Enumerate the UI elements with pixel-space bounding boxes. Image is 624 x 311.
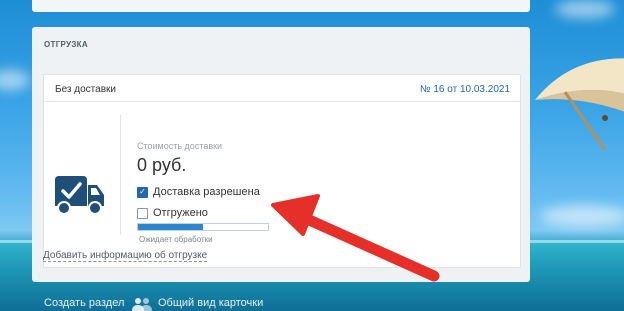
truck-icon [55, 176, 104, 215]
shipment-card: ОТГРУЗКА Без доставки № 16 от 10.03.2021… [32, 27, 530, 282]
shipment-block-header: Без доставки № 16 от 10.03.2021 [44, 75, 520, 102]
delivery-cost-label: Стоимость доставки [137, 141, 223, 151]
previous-section-panel [32, 0, 530, 12]
delivery-cost-value: 0 руб. [137, 155, 187, 175]
shipped-checkbox[interactable] [137, 207, 148, 219]
delivery-method-title: Без доставки [55, 84, 116, 95]
document-number-link[interactable]: № 16 от 10.03.2021 [420, 84, 510, 95]
cloud [555, 0, 615, 18]
beach-umbrella-image [535, 58, 624, 150]
vertical-divider [120, 115, 121, 235]
delivery-allowed-checkbox[interactable]: ✓ [137, 186, 148, 198]
card-header: ОТГРУЗКА [44, 40, 88, 49]
cloud [540, 205, 624, 227]
common-card-view-link[interactable]: Общий вид карточки [158, 297, 263, 309]
cloud [0, 70, 30, 90]
people-icon [132, 298, 152, 311]
check-icon: ✓ [139, 187, 146, 196]
shipped-row[interactable]: Отгружено [137, 206, 208, 220]
shipment-block: Без доставки № 16 от 10.03.2021 Стоимост… [43, 74, 521, 268]
shipment-status-text: Ожидает обработки [139, 235, 213, 244]
delivery-allowed-row[interactable]: ✓ Доставка разрешена [137, 185, 260, 199]
create-section-link[interactable]: Создать раздел [44, 297, 124, 309]
delivery-allowed-label: Доставка разрешена [153, 186, 260, 198]
shipment-progress-fill [138, 224, 203, 230]
shipment-progress-bar [137, 223, 269, 231]
shipped-label: Отгружено [153, 207, 208, 219]
add-shipment-info-link[interactable]: Добавить информацию об отгрузке [43, 250, 208, 262]
